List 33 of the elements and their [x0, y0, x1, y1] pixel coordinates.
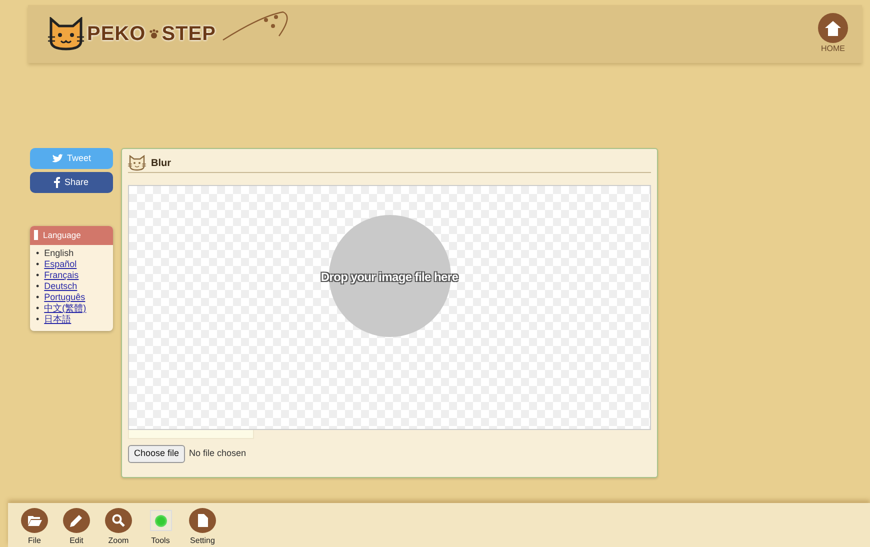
- bullet: •: [36, 270, 40, 281]
- language-title: Language: [43, 229, 81, 242]
- logo-text: STEP: [162, 22, 216, 46]
- language-link[interactable]: Español: [44, 258, 77, 270]
- tools-button[interactable]: Tools: [147, 508, 174, 547]
- pencil-icon: [70, 514, 83, 527]
- bullet: •: [36, 314, 40, 325]
- bullet: •: [36, 248, 40, 259]
- bird-icon: [52, 154, 63, 163]
- search-icon: [112, 514, 125, 527]
- language-link[interactable]: 中文(繁體): [44, 302, 86, 314]
- language-link[interactable]: Français: [44, 270, 79, 281]
- language-link[interactable]: Português: [44, 292, 86, 303]
- bullet: •: [36, 292, 40, 303]
- share-button[interactable]: Share: [30, 172, 113, 193]
- cat-logo-icon: [48, 16, 84, 50]
- paw-icon: [148, 28, 159, 38]
- home-icon: [825, 20, 841, 36]
- logo-text: PEKO: [87, 22, 146, 46]
- language-link[interactable]: 日本語: [44, 314, 72, 325]
- f-letter-icon: [54, 177, 60, 188]
- language-link[interactable]: Deutsch: [44, 280, 78, 292]
- bullet: •: [36, 258, 40, 270]
- choose-file-button[interactable]: Choose file: [128, 445, 186, 462]
- cat-face-icon: [128, 155, 146, 171]
- bullet: •: [36, 280, 40, 292]
- indicator-light-icon: [154, 514, 166, 526]
- folder-icon: [28, 515, 42, 526]
- page-icon: [198, 514, 208, 527]
- bullet: •: [36, 302, 40, 314]
- file-status: No file chosen: [189, 447, 246, 460]
- panel-title: Blur: [151, 157, 171, 171]
- language-current: English: [44, 248, 74, 259]
